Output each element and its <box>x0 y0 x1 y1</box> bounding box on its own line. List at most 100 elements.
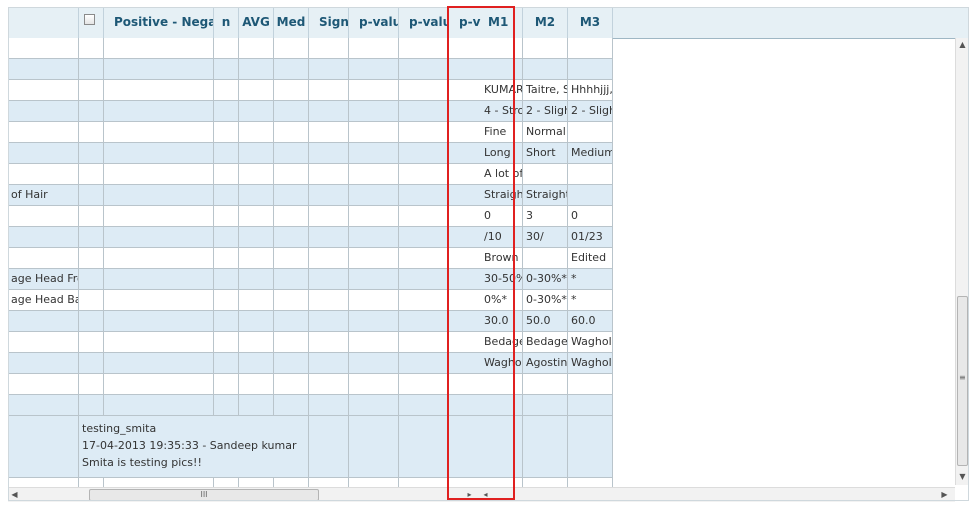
cell-m3[interactable]: Waghole <box>568 332 613 353</box>
cell-m1[interactable]: Fine <box>481 122 523 143</box>
cell-med[interactable] <box>274 59 309 80</box>
cell-positive-negative[interactable] <box>104 374 214 395</box>
cell-positive-negative[interactable] <box>104 38 214 59</box>
cell-p-value-2[interactable] <box>399 122 449 143</box>
table-row[interactable] <box>8 374 613 395</box>
cell-avg[interactable] <box>239 332 274 353</box>
cell-p-value-2[interactable] <box>399 143 449 164</box>
cell-m3[interactable]: * <box>568 269 613 290</box>
cell-positive-negative[interactable] <box>104 332 214 353</box>
cell-m2[interactable]: 50.0 <box>523 311 568 332</box>
cell-label[interactable] <box>8 248 79 269</box>
cell-p-value-1[interactable] <box>349 353 399 374</box>
cell-p-value-2[interactable] <box>399 311 449 332</box>
cell-significance[interactable] <box>309 290 349 311</box>
cell-avg[interactable] <box>239 311 274 332</box>
scroll-up-arrow-icon[interactable]: ▲ <box>956 40 969 49</box>
table-row[interactable]: 30.0 50.0 60.0 <box>8 311 613 332</box>
cell-med[interactable] <box>274 332 309 353</box>
cell-m1[interactable]: Bedage, <box>481 332 523 353</box>
cell-select[interactable] <box>79 143 104 164</box>
cell-n[interactable] <box>214 164 239 185</box>
scroll-mid-left-arrow-icon[interactable]: ◂ <box>479 490 492 499</box>
cell-p-value-2[interactable] <box>399 101 449 122</box>
cell-select[interactable] <box>79 38 104 59</box>
cell-p-value-1[interactable] <box>349 80 399 101</box>
cell-n[interactable] <box>214 38 239 59</box>
cell-med[interactable] <box>274 164 309 185</box>
cell-m3[interactable] <box>568 38 613 59</box>
vertical-scrollbar[interactable]: ▲ ≡ ▼ <box>955 38 969 485</box>
cell-p-value-3[interactable] <box>449 164 481 185</box>
cell-p-value-3[interactable] <box>449 332 481 353</box>
cell-med[interactable] <box>274 143 309 164</box>
cell-p-value-2[interactable] <box>399 395 449 416</box>
comment-row[interactable]: testing_smita 17-04-2013 19:35:33 - Sande… <box>8 416 613 478</box>
cell-label[interactable] <box>8 59 79 80</box>
cell-n[interactable] <box>214 143 239 164</box>
cell-m2[interactable]: 0-30%* <box>523 269 568 290</box>
cell-med[interactable] <box>274 185 309 206</box>
cell-p-value-2[interactable] <box>399 59 449 80</box>
cell-significance[interactable] <box>309 122 349 143</box>
header-p-value-2[interactable]: p-valu <box>399 7 449 38</box>
cell-m2[interactable] <box>523 374 568 395</box>
select-all-checkbox[interactable] <box>84 14 95 25</box>
cell-p-value-1[interactable] <box>349 269 399 290</box>
cell-significance[interactable] <box>309 269 349 290</box>
cell-m3[interactable] <box>568 59 613 80</box>
cell-m2[interactable]: 0-30%* <box>523 290 568 311</box>
cell-m2[interactable]: Straight <box>523 185 568 206</box>
cell-avg[interactable] <box>239 143 274 164</box>
cell-m1[interactable]: /10 <box>481 227 523 248</box>
cell-select[interactable] <box>79 122 104 143</box>
cell-p-value-1[interactable] <box>349 122 399 143</box>
cell-n[interactable] <box>214 185 239 206</box>
cell-p-value-3[interactable] <box>449 353 481 374</box>
cell-p-value-1[interactable] <box>349 101 399 122</box>
cell-n[interactable] <box>214 332 239 353</box>
cell-select[interactable] <box>79 248 104 269</box>
header-m3[interactable]: M3 <box>568 7 613 38</box>
cell-avg[interactable] <box>239 185 274 206</box>
scroll-down-arrow-icon[interactable]: ▼ <box>956 472 969 481</box>
cell-m2[interactable] <box>523 395 568 416</box>
cell-m3[interactable]: Hhhhjjj, <box>568 80 613 101</box>
table-row[interactable]: 4 - Stror2 - Slight2 - Slight <box>8 101 613 122</box>
cell-m3[interactable]: 01/23 <box>568 227 613 248</box>
cell-m1[interactable]: Waghole <box>481 353 523 374</box>
cell-significance[interactable] <box>309 248 349 269</box>
table-row[interactable] <box>8 38 613 59</box>
cell-med[interactable] <box>274 80 309 101</box>
cell-p-value-2[interactable] <box>399 80 449 101</box>
cell-p-value-3[interactable] <box>449 38 481 59</box>
header-avg[interactable]: AVG <box>239 7 274 38</box>
cell-significance[interactable] <box>309 374 349 395</box>
cell-avg[interactable] <box>239 80 274 101</box>
cell-avg[interactable] <box>239 290 274 311</box>
cell-avg[interactable] <box>239 395 274 416</box>
cell-m2[interactable]: 3 <box>523 206 568 227</box>
table-row[interactable]: Fine Normal <box>8 122 613 143</box>
cell-avg[interactable] <box>239 227 274 248</box>
cell-label[interactable] <box>8 143 79 164</box>
cell-label[interactable] <box>8 80 79 101</box>
cell-p-value-3[interactable] <box>449 59 481 80</box>
cell-significance[interactable] <box>309 38 349 59</box>
table-row[interactable]: A lot of H <box>8 164 613 185</box>
cell-significance[interactable] <box>309 332 349 353</box>
vertical-scroll-thumb[interactable]: ≡ <box>957 296 968 466</box>
cell-p-value-2[interactable] <box>399 38 449 59</box>
cell-p-value-2[interactable] <box>399 248 449 269</box>
cell-m2[interactable]: Short <box>523 143 568 164</box>
cell-p-value-2[interactable] <box>399 164 449 185</box>
cell-m3[interactable]: 0 <box>568 206 613 227</box>
cell-p-value-2[interactable] <box>399 269 449 290</box>
cell-m1[interactable]: 30-50% <box>481 269 523 290</box>
cell-p-value-3[interactable] <box>449 101 481 122</box>
cell-label[interactable] <box>8 38 79 59</box>
cell-positive-negative[interactable] <box>104 269 214 290</box>
cell-positive-negative[interactable] <box>104 395 214 416</box>
scroll-mid-right-arrow-icon[interactable]: ▸ <box>463 490 476 499</box>
cell-p-value-2[interactable] <box>399 290 449 311</box>
